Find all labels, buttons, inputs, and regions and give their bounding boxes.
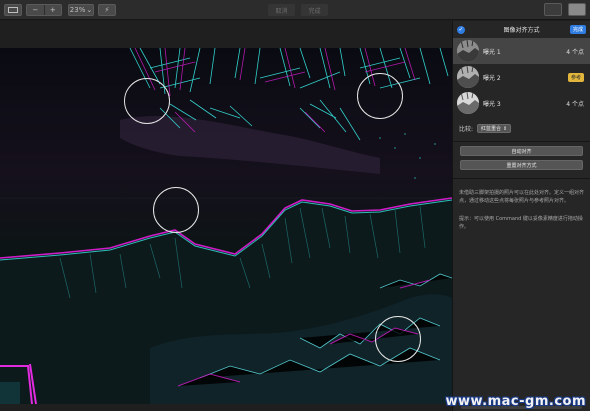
image-canvas[interactable]	[0, 21, 452, 411]
lightning-icon: ⚡	[104, 5, 110, 14]
compare-select[interactable]: 红蓝重合 ⇕	[477, 124, 512, 133]
toolbar-actions: 取消 完成	[268, 4, 328, 16]
sidebar-header: ✓ 图像对齐方式 完成	[453, 21, 590, 38]
exposure-thumbnail	[457, 92, 479, 114]
alignment-point-1[interactable]	[124, 78, 170, 124]
sidebar-icon	[8, 7, 18, 13]
exposure-thumbnail	[457, 66, 479, 88]
auto-align-button[interactable]: 自动对齐	[460, 146, 583, 156]
alignment-sidebar: ✓ 图像对齐方式 完成 曝光 1 4 个点 曝光 2 参考 曝光 3 4 个点 …	[452, 21, 590, 411]
sidebar-toggle-button[interactable]	[4, 4, 22, 16]
zoom-in-button[interactable]: +	[43, 5, 61, 15]
help-text: 未借助三脚架拍摄的照片可以在此处对齐。定义一组对齐点，通过移动这些点将每张照片与…	[459, 190, 585, 204]
exposure-name: 曝光 1	[483, 48, 501, 56]
lightning-button[interactable]: ⚡	[98, 4, 116, 16]
alignment-point-2[interactable]	[357, 73, 403, 119]
exposure-row-3[interactable]: 曝光 3 4 个点	[453, 90, 590, 116]
sidebar-done-button[interactable]: 完成	[569, 25, 586, 34]
cancel-button[interactable]: 取消	[268, 4, 295, 16]
compare-row: 比较: 红蓝重合 ⇕	[453, 124, 590, 133]
exposure-row-1[interactable]: 曝光 1 4 个点	[453, 38, 590, 64]
watermark: www.mac-gm.com	[445, 394, 586, 409]
inspector-toggle-icon[interactable]	[568, 3, 586, 16]
alignment-point-4[interactable]	[375, 316, 421, 362]
divider	[453, 141, 590, 142]
zoom-select[interactable]: 23% ⌄	[68, 4, 94, 16]
points-count: 4 个点	[566, 100, 584, 108]
chevron-down-icon: ⌄	[86, 5, 93, 14]
view-toggles	[544, 3, 586, 16]
divider	[453, 178, 590, 179]
compare-value: 红蓝重合	[481, 126, 502, 132]
exposure-name: 曝光 3	[483, 100, 501, 108]
reset-align-button[interactable]: 重置对齐方式	[460, 160, 583, 170]
exposure-name: 曝光 2	[483, 74, 501, 82]
toolbar: − + 23% ⌄ ⚡ 取消 完成	[0, 0, 590, 20]
exposure-thumbnail	[457, 40, 479, 62]
updown-icon: ⇕	[503, 125, 508, 132]
compare-label: 比较:	[459, 126, 474, 133]
tip-text: 提示：可以使用 Command 键以妥像素精度进行拖动操作。	[459, 216, 583, 230]
zoom-out-button[interactable]: −	[27, 5, 44, 15]
done-button[interactable]: 完成	[301, 4, 328, 16]
zoom-controls: − +	[26, 4, 62, 16]
alignment-point-3[interactable]	[153, 187, 199, 233]
layout-toggle-icon[interactable]	[544, 3, 562, 16]
zoom-value: 23%	[69, 5, 86, 14]
points-count: 4 个点	[566, 48, 584, 56]
reference-badge: 参考	[567, 72, 584, 82]
exposure-row-2[interactable]: 曝光 2 参考	[453, 64, 590, 90]
